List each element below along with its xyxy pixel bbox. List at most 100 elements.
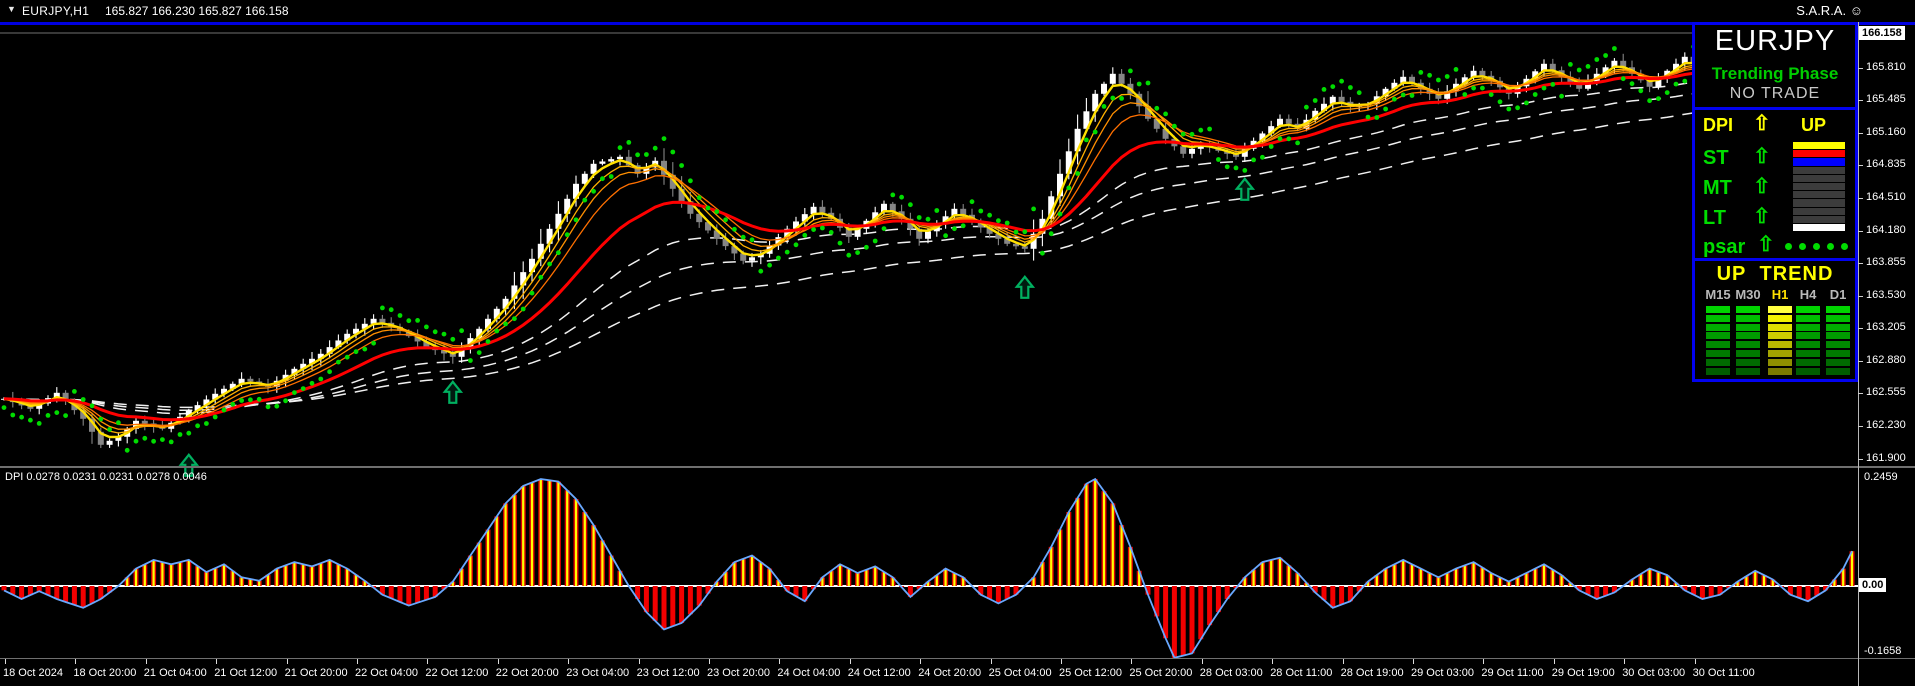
psar-dot bbox=[301, 386, 306, 391]
time-tick-label: 28 Oct 19:00 bbox=[1341, 667, 1404, 679]
time-tick bbox=[850, 659, 851, 664]
psar-dot bbox=[204, 421, 209, 426]
signal-label-dpi: DPI bbox=[1703, 115, 1733, 136]
time-tick-label: 21 Oct 20:00 bbox=[285, 667, 348, 679]
time-tick bbox=[427, 659, 428, 664]
psar-dot bbox=[1146, 81, 1151, 86]
psar-dot bbox=[776, 256, 781, 261]
psar-dot bbox=[1286, 136, 1291, 141]
trend-cell bbox=[1796, 359, 1820, 366]
psar-dot bbox=[213, 415, 218, 420]
psar-dot bbox=[618, 145, 623, 150]
candle-body bbox=[1189, 149, 1195, 154]
time-tick bbox=[1272, 659, 1273, 664]
psar-dot bbox=[195, 423, 200, 428]
time-tick-label: 21 Oct 12:00 bbox=[214, 667, 277, 679]
time-tick-label: 25 Oct 04:00 bbox=[989, 667, 1052, 679]
time-tick-label: 23 Oct 12:00 bbox=[637, 667, 700, 679]
psar-dot bbox=[327, 369, 332, 374]
psar-dot bbox=[424, 325, 429, 330]
time-tick-label: 29 Oct 19:00 bbox=[1552, 667, 1615, 679]
psar-dot bbox=[19, 415, 24, 420]
psar-dot bbox=[688, 178, 693, 183]
psar-dot bbox=[574, 217, 579, 222]
trend-cell bbox=[1768, 306, 1792, 313]
price-scale[interactable]: 166.158 165.810165.485165.160164.835164.… bbox=[1858, 0, 1915, 686]
time-tick-label: 25 Oct 12:00 bbox=[1059, 667, 1122, 679]
psar-dot bbox=[767, 263, 772, 268]
st-up-arrow-icon: ⇧ bbox=[1753, 147, 1771, 167]
psar-dot bbox=[1207, 127, 1212, 132]
psar-dot bbox=[1524, 101, 1529, 106]
psar-dot bbox=[1656, 96, 1661, 101]
psar-dot bbox=[1418, 70, 1423, 75]
dpi-signal-line bbox=[4, 479, 1852, 658]
price-tick-label: 165.485 bbox=[1866, 93, 1906, 105]
candle-body bbox=[749, 257, 755, 261]
psar-dot bbox=[1542, 86, 1547, 91]
psar-dot bbox=[811, 227, 816, 232]
time-tick bbox=[1343, 659, 1344, 664]
time-tick bbox=[1131, 659, 1132, 664]
trend-cell bbox=[1796, 350, 1820, 357]
psar-dot bbox=[758, 269, 763, 274]
psar-dot bbox=[380, 306, 385, 311]
psar-dot bbox=[2, 405, 7, 410]
trend-cell bbox=[1736, 368, 1760, 375]
price-tick bbox=[1858, 361, 1863, 362]
psar-dot bbox=[54, 410, 59, 415]
psar-up-arrow-icon: ⇧ bbox=[1757, 235, 1775, 255]
psar-dot bbox=[494, 329, 499, 334]
time-axis[interactable]: 18 Oct 202418 Oct 20:0021 Oct 04:0021 Oc… bbox=[0, 659, 1915, 686]
ribbon-legend-row bbox=[1793, 142, 1845, 149]
candle-body bbox=[617, 157, 623, 159]
psar-dot bbox=[1022, 229, 1027, 234]
psar-dot bbox=[336, 360, 341, 365]
candle-body bbox=[1339, 97, 1345, 102]
psar-dot bbox=[459, 328, 464, 333]
psar-dot bbox=[1304, 105, 1309, 110]
psar-dot bbox=[257, 397, 262, 402]
psar-dot bbox=[1515, 105, 1520, 110]
psar-dot bbox=[90, 403, 95, 408]
psar-dot bbox=[943, 233, 948, 238]
trend-cell bbox=[1706, 350, 1730, 357]
psar-dot bbox=[750, 237, 755, 242]
price-tick-label: 162.555 bbox=[1866, 386, 1906, 398]
psar-legend-dot bbox=[1813, 243, 1820, 250]
candle-body bbox=[925, 231, 931, 239]
psar-dot bbox=[1480, 86, 1485, 91]
time-tick bbox=[639, 659, 640, 664]
signal-label-psar: psar bbox=[1703, 236, 1745, 259]
psar-dot bbox=[1014, 230, 1019, 235]
trend-cell bbox=[1768, 324, 1792, 331]
candle-body bbox=[599, 161, 605, 163]
timeframe-label-d1: D1 bbox=[1830, 287, 1847, 302]
psar-dot bbox=[1075, 171, 1080, 176]
psar-dot bbox=[1137, 82, 1142, 87]
time-tick-label: 22 Oct 20:00 bbox=[496, 667, 559, 679]
trend-cell bbox=[1706, 306, 1730, 313]
trend-cell bbox=[1826, 359, 1850, 366]
chart-plot-area[interactable] bbox=[0, 0, 1858, 686]
psar-dot bbox=[1638, 88, 1643, 93]
psar-dot bbox=[1383, 107, 1388, 112]
psar-dot bbox=[98, 417, 103, 422]
timeframe-label-h1: H1 bbox=[1772, 287, 1789, 302]
time-tick-label: 30 Oct 11:00 bbox=[1693, 667, 1755, 679]
psar-dot bbox=[829, 230, 834, 235]
time-tick bbox=[568, 659, 569, 664]
time-tick bbox=[357, 659, 358, 664]
psar-dot bbox=[222, 408, 227, 413]
ribbon-legend-row bbox=[1793, 224, 1845, 231]
psar-dot bbox=[512, 316, 517, 321]
window-separator[interactable] bbox=[0, 466, 1915, 468]
price-tick-label: 164.510 bbox=[1866, 191, 1906, 203]
psar-dot bbox=[538, 275, 543, 280]
psar-dot bbox=[530, 291, 535, 296]
dashed-ma-line bbox=[4, 94, 1852, 407]
price-tick-label: 162.880 bbox=[1866, 354, 1906, 366]
psar-dot bbox=[169, 440, 174, 445]
price-tick bbox=[1858, 393, 1863, 394]
psar-dot bbox=[890, 193, 895, 198]
